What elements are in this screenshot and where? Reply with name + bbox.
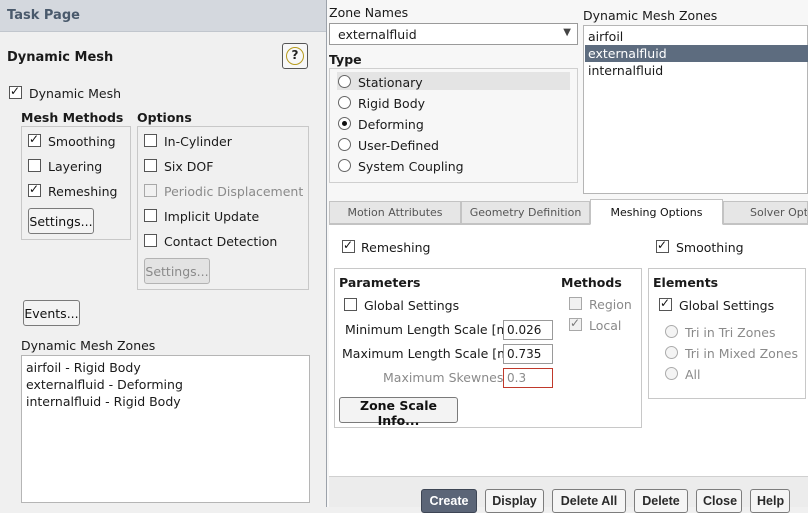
- options-title: Options: [137, 110, 192, 125]
- chevron-down-icon: ▼: [563, 27, 571, 38]
- parameters-global-settings-checkbox[interactable]: [344, 298, 357, 311]
- help-dialog-button[interactable]: Help: [750, 489, 790, 513]
- tri-in-tri-zones-radio: [665, 325, 678, 338]
- max-length-scale-input[interactable]: 0.735: [503, 344, 553, 364]
- min-length-scale-input[interactable]: 0.026: [503, 320, 553, 340]
- smoothing-label: Smoothing: [48, 134, 116, 149]
- type-title: Type: [329, 52, 362, 67]
- delete-all-button[interactable]: Delete All: [552, 489, 626, 513]
- task-page: Task Page Dynamic Mesh ? Dynamic Mesh Me…: [0, 0, 326, 507]
- list-item[interactable]: internalfluid - Rigid Body: [26, 394, 181, 409]
- tab-geometry-definition[interactable]: Geometry Definition: [461, 201, 590, 224]
- contact-detection-checkbox[interactable]: [144, 234, 157, 247]
- options-settings-button: Settings...: [144, 258, 210, 284]
- six-dof-label: Six DOF: [164, 159, 214, 174]
- deforming-label: Deforming: [358, 117, 424, 132]
- parameters-global-settings-label: Global Settings: [364, 298, 460, 313]
- task-page-header: Task Page: [0, 0, 326, 32]
- list-item[interactable]: externalfluid - Deforming: [26, 377, 183, 392]
- rigid-body-label: Rigid Body: [358, 96, 426, 111]
- elements-global-settings-label: Global Settings: [679, 298, 775, 313]
- all-radio: [665, 367, 678, 380]
- periodic-displacement-label: Periodic Displacement: [164, 184, 304, 199]
- elements-title: Elements: [653, 275, 719, 290]
- dynamic-mesh-zones-list[interactable]: airfoil - Rigid Body externalfluid - Def…: [21, 355, 310, 503]
- smoothing-option-checkbox[interactable]: [656, 238, 669, 253]
- create-button[interactable]: Create: [421, 489, 477, 513]
- max-length-scale-label: Maximum Length Scale [m]: [342, 346, 515, 361]
- zones-list-title: Dynamic Mesh Zones: [583, 8, 718, 23]
- deforming-radio[interactable]: [338, 117, 351, 130]
- user-defined-label: User-Defined: [358, 138, 439, 153]
- page-title: Dynamic Mesh: [7, 50, 114, 65]
- question-icon: ?: [286, 47, 304, 65]
- rigid-body-radio[interactable]: [338, 96, 351, 109]
- tri-in-mixed-zones-radio: [665, 346, 678, 359]
- methods-title: Methods: [561, 275, 622, 290]
- layering-label: Layering: [48, 159, 103, 174]
- region-checkbox: [569, 297, 582, 310]
- zone-scale-info-button[interactable]: Zone Scale Info...: [339, 397, 458, 428]
- periodic-displacement-checkbox: [144, 184, 157, 197]
- help-button[interactable]: ?: [282, 43, 308, 69]
- parameters-title: Parameters: [339, 275, 421, 290]
- user-defined-radio[interactable]: [338, 138, 351, 151]
- stationary-label: Stationary: [358, 75, 423, 90]
- local-label: Local: [589, 318, 622, 333]
- close-button[interactable]: Close: [696, 489, 742, 513]
- system-coupling-radio[interactable]: [338, 159, 351, 172]
- dynamic-mesh-checkbox[interactable]: [9, 84, 22, 99]
- system-coupling-label: System Coupling: [358, 159, 464, 174]
- local-checkbox: [569, 316, 582, 331]
- remeshing-option-label: Remeshing: [361, 240, 431, 255]
- dynamic-mesh-label: Dynamic Mesh: [29, 86, 122, 101]
- display-button[interactable]: Display: [485, 489, 544, 513]
- in-cylinder-label: In-Cylinder: [164, 134, 232, 149]
- implicit-update-label: Implicit Update: [164, 209, 260, 224]
- list-item[interactable]: airfoil - Rigid Body: [26, 360, 141, 375]
- smoothing-option-label: Smoothing: [676, 240, 744, 255]
- all-label: All: [685, 367, 701, 382]
- layering-checkbox[interactable]: [28, 159, 41, 172]
- tri-in-mixed-zones-label: Tri in Mixed Zones: [685, 346, 798, 361]
- events-button[interactable]: Events...: [23, 300, 80, 326]
- tri-in-tri-zones-label: Tri in Tri Zones: [685, 325, 776, 340]
- list-item-selected[interactable]: externalfluid: [588, 46, 667, 61]
- list-item[interactable]: airfoil: [588, 29, 623, 44]
- zone-names-label: Zone Names: [329, 5, 409, 20]
- tab-motion-attributes[interactable]: Motion Attributes: [329, 201, 461, 224]
- tab-meshing-options[interactable]: Meshing Options: [590, 199, 723, 225]
- zones-list[interactable]: airfoil externalfluid internalfluid: [583, 25, 808, 194]
- delete-button[interactable]: Delete: [634, 489, 688, 513]
- task-page-header-title: Task Page: [7, 8, 80, 23]
- tab-solver-options[interactable]: Solver Optio: [723, 201, 808, 224]
- remeshing-checkbox[interactable]: [28, 182, 41, 197]
- region-label: Region: [589, 297, 632, 312]
- smoothing-checkbox[interactable]: [28, 132, 41, 147]
- six-dof-checkbox[interactable]: [144, 159, 157, 172]
- zone-names-value: externalfluid: [338, 27, 417, 42]
- stationary-radio[interactable]: [338, 75, 351, 88]
- implicit-update-checkbox[interactable]: [144, 209, 157, 222]
- elements-global-settings-checkbox[interactable]: [659, 296, 672, 311]
- contact-detection-label: Contact Detection: [164, 234, 278, 249]
- zone-names-select[interactable]: externalfluid ▼: [329, 23, 578, 45]
- dynamic-mesh-zones-title: Dynamic Mesh Zones: [21, 338, 156, 353]
- remeshing-label: Remeshing: [48, 184, 118, 199]
- mesh-methods-settings-button[interactable]: Settings...: [28, 208, 94, 234]
- mesh-methods-title: Mesh Methods: [21, 110, 124, 125]
- list-item[interactable]: internalfluid: [588, 63, 663, 78]
- min-length-scale-label: Minimum Length Scale [m]: [345, 322, 514, 337]
- max-skewness-input: 0.3: [503, 368, 553, 388]
- max-skewness-label: Maximum Skewness: [383, 370, 510, 385]
- in-cylinder-checkbox[interactable]: [144, 134, 157, 147]
- remeshing-option-checkbox[interactable]: [342, 238, 355, 253]
